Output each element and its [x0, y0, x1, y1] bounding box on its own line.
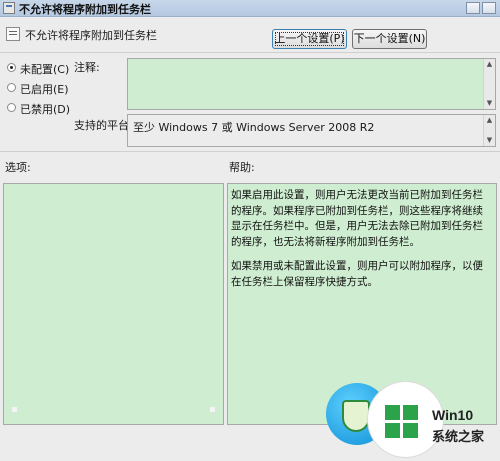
next-setting-button[interactable]: 下一个设置(N)	[352, 29, 427, 49]
help-paragraph: 如果启用此设置，则用户无法更改当前已附加到任务栏的程序。如果程序已附加到任务栏，…	[231, 189, 483, 248]
radio-icon	[7, 83, 16, 92]
radio-disabled-label: 已禁用(D)	[20, 103, 71, 116]
help-paragraph: 如果禁用或未配置此设置，则用户可以附加程序，以便在任务栏上保留程序快捷方式。	[231, 260, 483, 288]
scroll-down-icon[interactable]: ▼	[486, 100, 493, 107]
scroll-up-icon[interactable]: ▲	[486, 117, 493, 124]
platform-scrollbar[interactable]: ▲ ▼	[483, 115, 495, 146]
maximize-button[interactable]	[482, 2, 496, 14]
shield-icon	[342, 400, 370, 432]
radio-not-configured-label: 未配置(C)	[20, 63, 70, 76]
window-title: 不允许将程序附加到任务栏	[19, 3, 151, 16]
radio-enabled-label: 已启用(E)	[20, 83, 69, 96]
help-label: 帮助:	[229, 161, 255, 174]
resize-grip-icon	[210, 407, 215, 412]
help-text: 如果启用此设置，则用户无法更改当前已附加到任务栏的程序。如果程序已附加到任务栏，…	[231, 188, 493, 299]
options-panel	[3, 183, 224, 425]
windows-logo-icon	[385, 405, 419, 439]
middle-divider	[0, 151, 500, 152]
platform-value: 至少 Windows 7 或 Windows Server 2008 R2	[133, 121, 375, 134]
resize-grip-icon	[12, 407, 17, 412]
scroll-down-icon[interactable]: ▼	[486, 137, 493, 144]
previous-setting-button[interactable]: 上一个设置(P)	[272, 29, 347, 49]
comment-scrollbar[interactable]: ▲ ▼	[483, 59, 495, 109]
platform-label: 支持的平台:	[74, 119, 133, 132]
minimize-button[interactable]	[466, 2, 480, 14]
window-icon	[3, 2, 15, 14]
comment-label: 注释:	[74, 61, 100, 74]
comment-textarea[interactable]: ▲ ▼	[127, 58, 496, 110]
platform-field: 至少 Windows 7 或 Windows Server 2008 R2 ▲ …	[127, 114, 496, 147]
title-bar: 不允许将程序附加到任务栏	[0, 0, 500, 17]
options-label: 选项:	[5, 161, 31, 174]
header-divider	[0, 52, 500, 53]
radio-icon	[7, 103, 16, 112]
scroll-up-icon[interactable]: ▲	[486, 61, 493, 68]
watermark-subtitle: 系统之家	[432, 430, 485, 445]
radio-selected-icon	[7, 63, 16, 72]
policy-title: 不允许将程序附加到任务栏	[25, 29, 157, 42]
watermark-brand: Win10	[432, 407, 474, 423]
policy-setting-icon	[6, 27, 20, 41]
